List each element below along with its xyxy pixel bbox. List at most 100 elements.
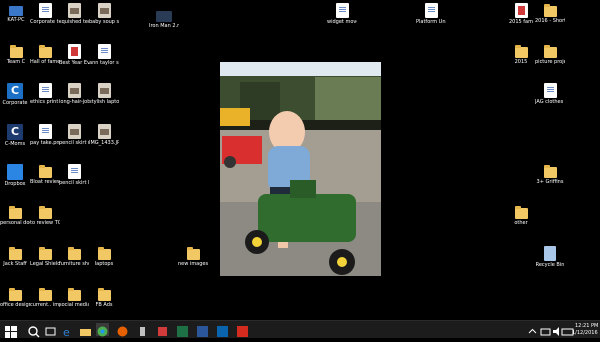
- desktop-icon-personal-docs[interactable]: personal docs to file...: [0, 205, 30, 226]
- desktop-icon-social-media-images[interactable]: social media images - S...: [59, 287, 89, 308]
- desktop-icon-pay-take[interactable]: pay take.png: [30, 124, 60, 146]
- desktop-icon-label: pencil skirt Dia Saha...: [59, 180, 89, 186]
- desktop-icon-label: laptops: [94, 261, 114, 267]
- folder-shortcut-icon: [543, 4, 557, 17]
- desktop-icon-dropbox[interactable]: Dropbox: [0, 164, 30, 187]
- desktop: KAT-PC Team C C Corporate C C-Moms Dropb…: [0, 0, 600, 320]
- image-file-icon: [97, 83, 111, 98]
- folder-icon: [97, 247, 111, 260]
- search-icon[interactable]: [27, 323, 40, 338]
- document-icon: [97, 44, 111, 59]
- windows-logo-icon[interactable]: [5, 323, 17, 338]
- desktop-icon-2015[interactable]: 2015: [506, 44, 536, 65]
- desktop-icon-label: 2016 - Shortcut: [535, 18, 565, 24]
- desktop-icon-iron-man[interactable]: Iron Man 2.mp4: [149, 9, 179, 29]
- folder-icon: [97, 288, 111, 301]
- task-view-icon[interactable]: [44, 323, 57, 336]
- desktop-icon-platform-university[interactable]: Platform University...: [416, 3, 446, 25]
- desktop-icon-widget-move[interactable]: widget move.jpg: [327, 3, 357, 25]
- desktop-icon-hall-of-fame[interactable]: Hall of fame: [30, 44, 60, 65]
- folder-icon: [514, 206, 528, 219]
- app-icon[interactable]: [136, 323, 149, 336]
- desktop-icon-label: baby soup spoon.jpg: [89, 19, 119, 25]
- desktop-icon-label: social media images - S...: [59, 302, 89, 308]
- folder-icon: [38, 206, 52, 219]
- desktop-icon-c-moms[interactable]: C C-Moms: [0, 124, 30, 147]
- desktop-icon-label: personal docs to file...: [0, 220, 30, 226]
- desktop-icon-picture-projects[interactable]: picture projects: [535, 44, 565, 65]
- desktop-icon-current-imp[interactable]: current.. imp: [30, 287, 60, 308]
- desktop-icon-stylish-laptop-totes[interactable]: stylish laptop totes.jpg: [89, 83, 119, 105]
- excel-icon[interactable]: [176, 323, 189, 337]
- clock-date[interactable]: 1/12/2016: [572, 330, 598, 336]
- dropbox-icon: [7, 164, 23, 180]
- desktop-icon-corporate-tsheet[interactable]: Corporate t-sheet.pptx: [30, 3, 60, 25]
- desktop-icon-team-c[interactable]: Team C: [1, 44, 31, 65]
- outlook-icon[interactable]: [216, 323, 229, 337]
- folder-icon: [8, 206, 22, 219]
- desktop-icon-ethics-print[interactable]: ethics print certification...: [30, 83, 60, 105]
- folder-icon: [543, 165, 557, 178]
- desktop-icon-label: office design: [0, 302, 30, 308]
- desktop-icon-new-images[interactable]: new images: [178, 246, 208, 267]
- desktop-icon-label: Corporate: [2, 100, 28, 106]
- desktop-icon-label: 2015: [514, 59, 528, 65]
- desktop-icon-label: Corporate t-sheet.pptx: [30, 19, 60, 25]
- desktop-icon-2016-shortcut[interactable]: 2016 - Shortcut: [535, 3, 565, 24]
- desktop-icon-to-review[interactable]: to review TODAY: [30, 205, 60, 226]
- desktop-icon-long-hair[interactable]: long-hair-job interviews.jpg: [59, 83, 89, 105]
- video-file-icon: [156, 11, 172, 22]
- computer-icon: [9, 6, 23, 16]
- folder-icon: [38, 288, 52, 301]
- desktop-icon-jack-staff[interactable]: Jack Staff: [0, 246, 30, 267]
- folder-icon: [186, 247, 200, 260]
- desktop-icon-squished-teddy[interactable]: squished teddy: [59, 3, 89, 25]
- desktop-icon-other[interactable]: other: [506, 205, 536, 226]
- desktop-icon-label: other: [514, 220, 528, 226]
- desktop-icon-label: stylish laptop totes.jpg: [89, 99, 119, 105]
- desktop-icon-legal-shield[interactable]: Legal Shield: [30, 246, 60, 267]
- desktop-icon-baby-soup-spoon[interactable]: baby soup spoon.jpg: [89, 3, 119, 25]
- desktop-icon-recycle-bin[interactable]: Recycle Bin: [535, 246, 565, 268]
- desktop-icon-label: picture projects: [535, 59, 565, 65]
- desktop-icon-label: widget move.jpg: [327, 19, 357, 25]
- image-file-icon: [97, 124, 111, 139]
- acrobat-icon[interactable]: [236, 323, 249, 337]
- desktop-icon-office-design[interactable]: office design: [0, 287, 30, 308]
- desktop-icon-pencil-skirt-reversible[interactable]: pencil skirt reversible.jpg: [59, 124, 89, 146]
- word-icon[interactable]: [196, 323, 209, 337]
- clock-time[interactable]: 12:21 PM: [575, 323, 598, 329]
- desktop-icon-corporate[interactable]: C Corporate: [0, 83, 30, 106]
- desktop-icon-2015-fam[interactable]: 2015 fam: [506, 3, 536, 25]
- file-explorer-icon[interactable]: [79, 323, 92, 336]
- desktop-icon-label: ann taylor sale sho...: [89, 60, 119, 66]
- calculator-icon[interactable]: [156, 323, 169, 336]
- chrome-browser-icon[interactable]: [96, 323, 109, 337]
- desktop-icon-pencil-skirt-dia[interactable]: pencil skirt Dia Saha...: [59, 164, 89, 186]
- image-file-icon: [67, 124, 81, 139]
- desktop-icon-label: Bloat review-C...: [30, 179, 60, 185]
- desktop-icon-kat-pc[interactable]: KAT-PC: [1, 3, 31, 23]
- desktop-icon-label: IMG_1433.JPG: [89, 140, 119, 146]
- desktop-icon-jag-clothes[interactable]: JAG clothes - Shortcut: [535, 83, 565, 105]
- edge-browser-icon[interactable]: e: [61, 323, 74, 339]
- desktop-icon-3-griffins[interactable]: 3+ Griffins: [535, 164, 565, 185]
- desktop-icon-bloat-review[interactable]: Bloat review-C...: [30, 164, 60, 185]
- desktop-icon-ann-taylor[interactable]: ann taylor sale sho...: [89, 44, 119, 66]
- system-tray-chevron-icon[interactable]: [526, 323, 539, 336]
- desktop-icon-best-year-ever[interactable]: Best Year Ever - 2016...: [59, 44, 89, 66]
- desktop-icon-laptops[interactable]: laptops: [89, 246, 119, 267]
- folder-icon: [543, 45, 557, 58]
- image-file-icon: [67, 83, 81, 98]
- folder-icon: [67, 247, 81, 260]
- folder-icon: [8, 247, 22, 260]
- desktop-icon-label: Platform University...: [416, 19, 446, 25]
- desktop-icon-fb-ads[interactable]: FB Ads: [89, 287, 119, 308]
- desktop-icon-label: Jack Staff: [3, 261, 27, 267]
- desktop-icon-label: ethics print certification...: [30, 99, 60, 105]
- firefox-browser-icon[interactable]: [116, 323, 129, 337]
- desktop-icon-label: new images: [178, 261, 208, 267]
- desktop-icon-img-1433[interactable]: IMG_1433.JPG: [89, 124, 119, 146]
- recycle-bin-icon: [544, 246, 556, 261]
- desktop-icon-furniture-shopping[interactable]: furniture shopping: [59, 246, 89, 267]
